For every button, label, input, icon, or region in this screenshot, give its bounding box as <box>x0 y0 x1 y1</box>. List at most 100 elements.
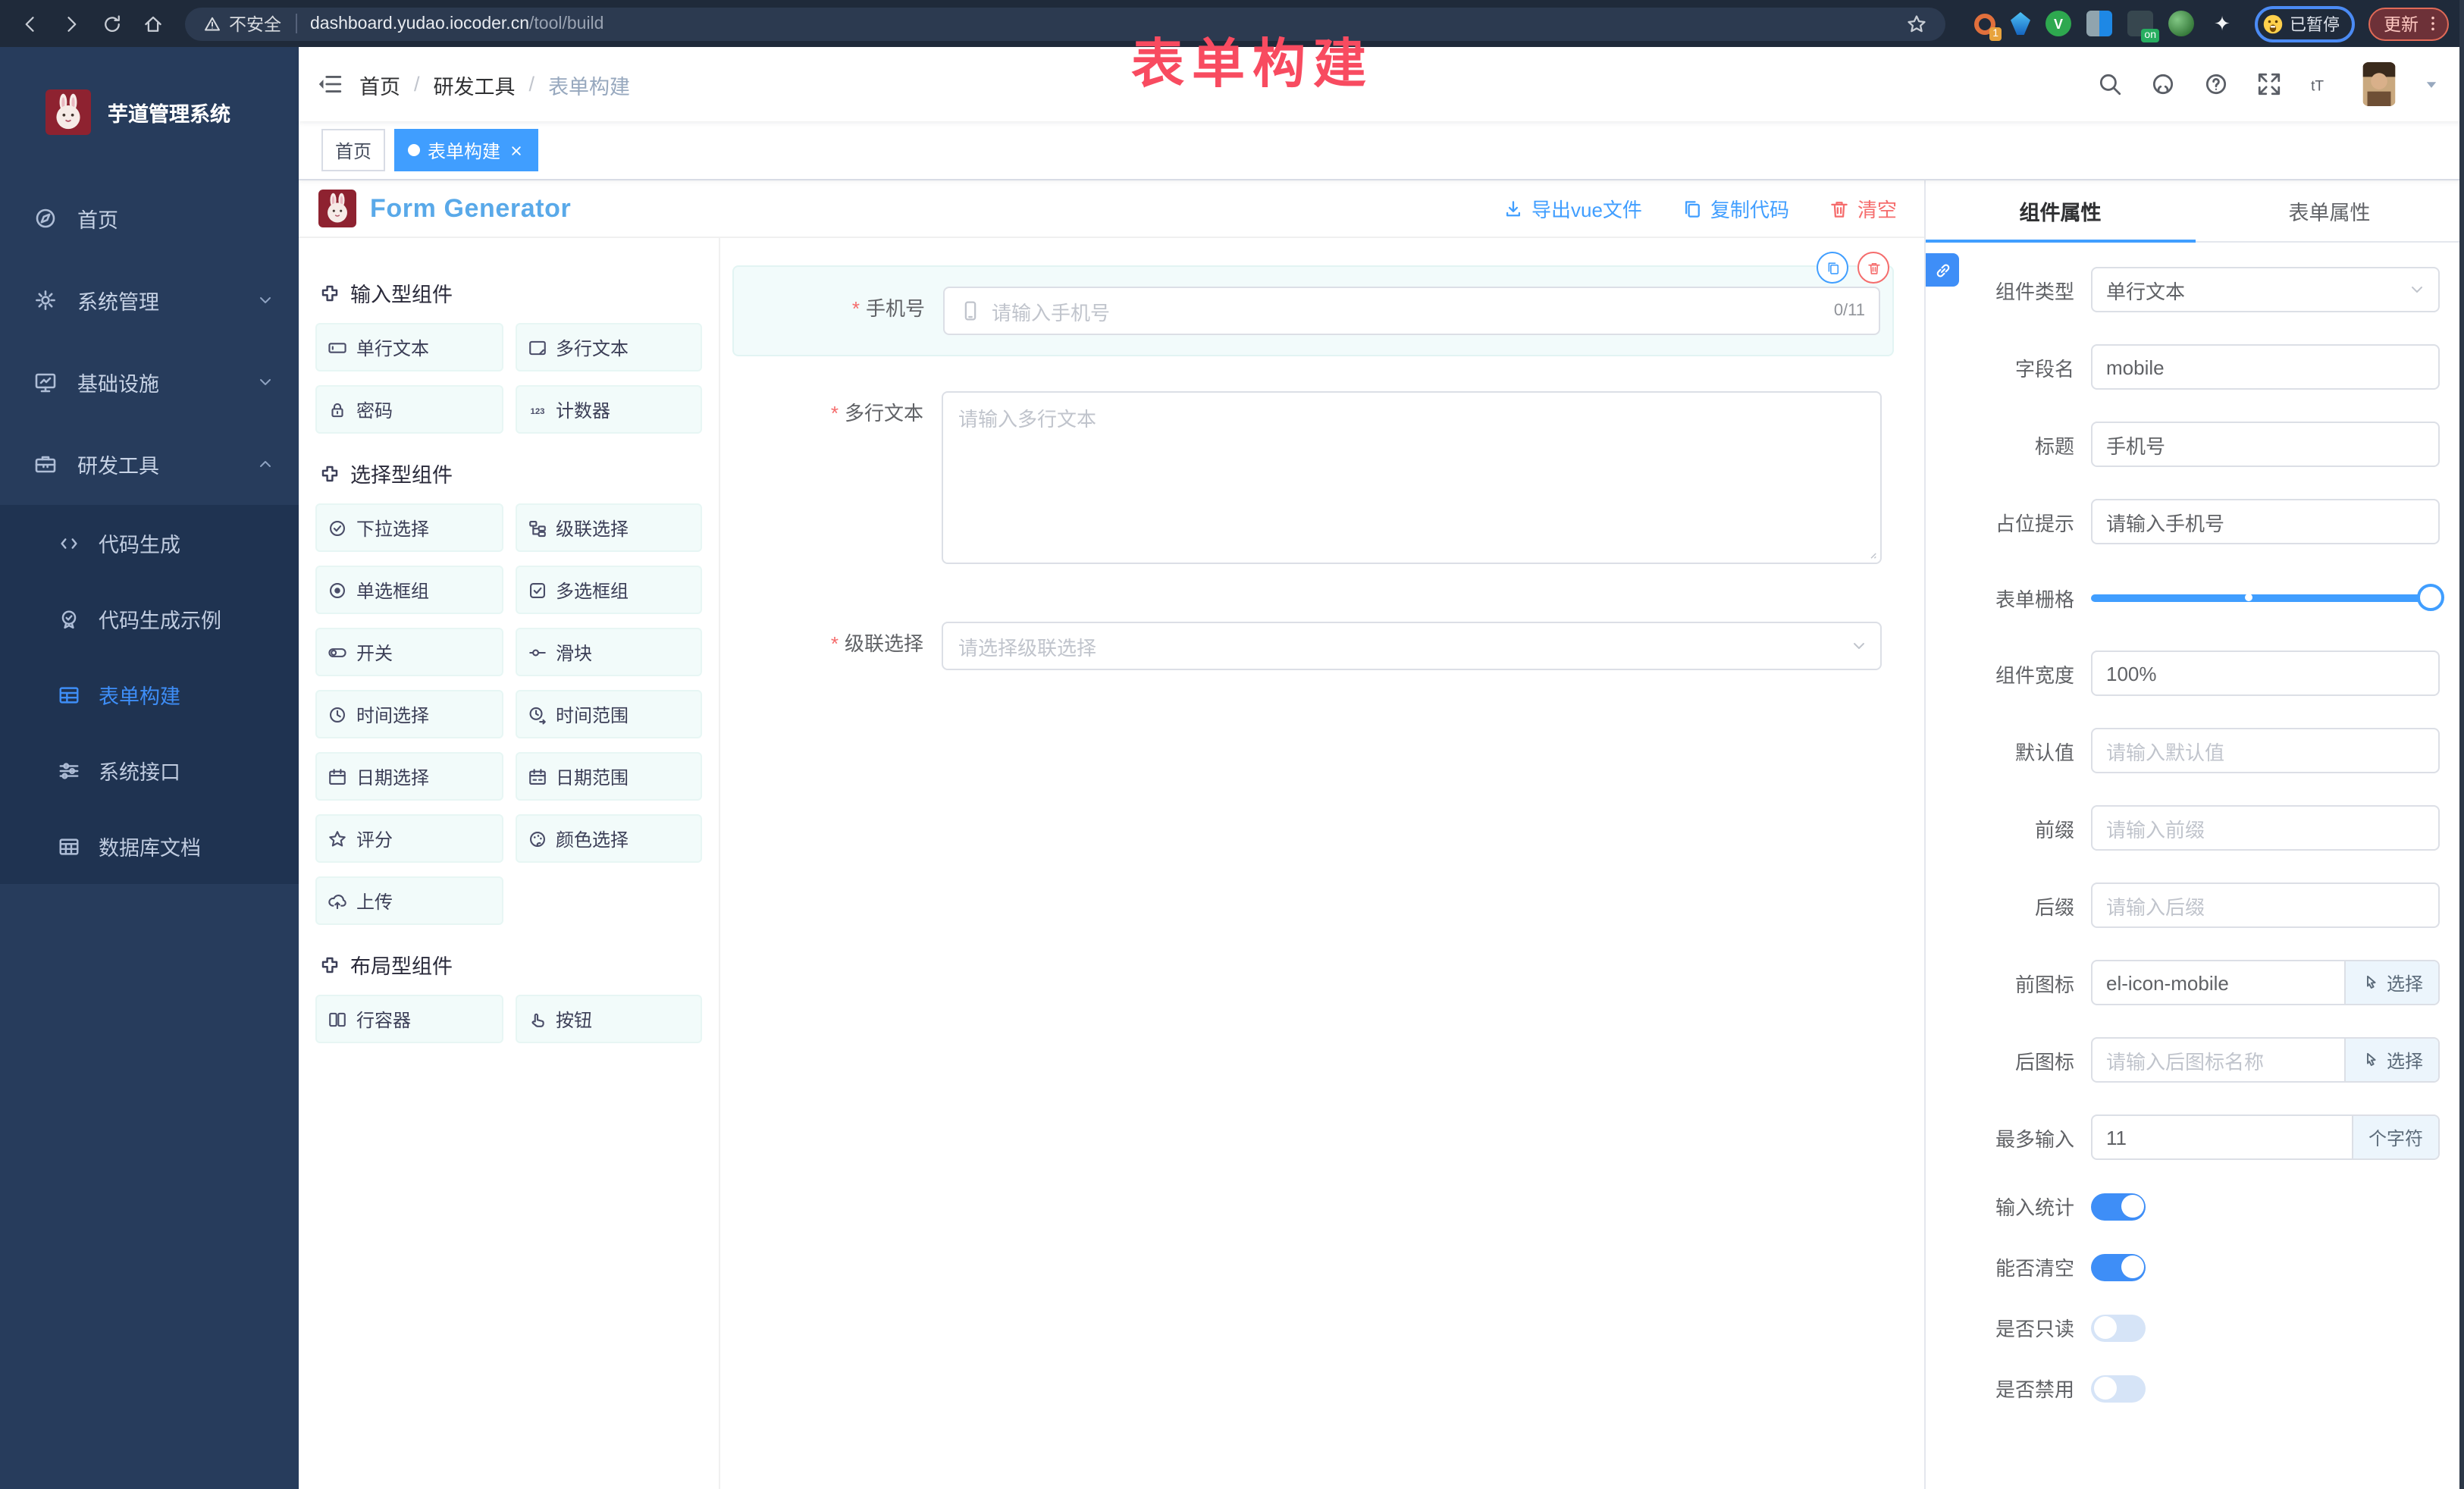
prop-input[interactable]: mobile <box>2091 344 2440 390</box>
component-时间范围[interactable]: 时间范围 <box>515 690 702 738</box>
select-input[interactable]: 请选择级联选择 <box>942 622 1882 670</box>
component-行容器[interactable]: 行容器 <box>315 995 503 1043</box>
fullscreen-icon[interactable] <box>2256 71 2282 97</box>
prop-input[interactable]: 请输入默认值 <box>2091 728 2440 773</box>
input-placeholder: 请输入后图标名称 <box>2106 1045 2264 1074</box>
sidebar-subitem-3[interactable]: 系统接口 <box>0 732 299 808</box>
paused-extension-chip[interactable]: 已暂停 <box>2255 5 2355 42</box>
security-chip[interactable]: 不安全 <box>203 11 281 36</box>
choose-icon-button[interactable]: 选择 <box>2344 1039 2438 1081</box>
canvas-field-多行文本[interactable]: *多行文本请输入多行文本 <box>732 391 1894 564</box>
toggle-能否清空[interactable] <box>2091 1253 2146 1281</box>
browser-update-button[interactable]: 更新 <box>2368 7 2449 40</box>
sidebar-subitem-4[interactable]: 数据库文档 <box>0 808 299 884</box>
data-binding-button[interactable] <box>1926 253 1959 287</box>
component-单选框组[interactable]: 单选框组 <box>315 566 503 614</box>
component-多选框组[interactable]: 多选框组 <box>515 566 702 614</box>
star-icon <box>328 829 347 848</box>
复制代码-button[interactable]: 复制代码 <box>1682 194 1789 223</box>
breadcrumb-item[interactable]: 首页 <box>359 69 400 99</box>
caret-down-icon[interactable] <box>2423 76 2440 92</box>
browser-forward-button[interactable] <box>56 8 86 39</box>
toggle-是否只读[interactable] <box>2091 1314 2146 1341</box>
prop-input[interactable]: 请输入手机号 <box>2091 499 2440 544</box>
prop-input[interactable]: 手机号 <box>2091 422 2440 467</box>
address-bar[interactable]: 不安全 dashboard.yudao.iocoder.cn/tool/buil… <box>185 7 1945 40</box>
component-级联选择[interactable]: 级联选择 <box>515 503 702 552</box>
extension-circle-green-icon[interactable]: V <box>2045 11 2071 36</box>
toggle-是否禁用[interactable] <box>2091 1375 2146 1402</box>
choose-icon-button[interactable]: 选择 <box>2344 961 2438 1004</box>
input-value: el-icon-mobile <box>2106 971 2229 994</box>
resize-grip-icon[interactable] <box>1864 546 1879 561</box>
search-icon[interactable] <box>2097 71 2123 97</box>
component-密码[interactable]: 密码 <box>315 385 503 434</box>
sidebar-subitem-0[interactable]: 代码生成 <box>0 505 299 581</box>
grid-span-slider[interactable] <box>2091 576 2440 619</box>
导出vue文件-button[interactable]: 导出vue文件 <box>1503 194 1642 223</box>
component-颜色选择[interactable]: 颜色选择 <box>515 814 702 863</box>
component-下拉选择[interactable]: 下拉选择 <box>315 503 503 552</box>
component-多行文本[interactable]: 多行文本 <box>515 323 702 371</box>
textarea-input[interactable]: 请输入多行文本 <box>942 391 1882 564</box>
sidebar-subitem-2[interactable]: 表单构建 <box>0 657 299 732</box>
component-时间选择[interactable]: 时间选择 <box>315 690 503 738</box>
sidebar-item-1[interactable]: 系统管理 <box>0 259 299 341</box>
tab-组件属性[interactable]: 组件属性 <box>1926 180 2195 241</box>
extension-leaf-green-icon[interactable] <box>2168 11 2194 36</box>
tab-表单属性[interactable]: 表单属性 <box>2195 180 2464 241</box>
extension-dark-icon[interactable]: on <box>2127 11 2153 36</box>
help-icon[interactable] <box>2203 71 2229 97</box>
extension-pin-blue-icon[interactable] <box>2011 12 2030 35</box>
sidebar-logo-row[interactable]: 芋道管理系统 <box>0 47 299 177</box>
component-评分[interactable]: 评分 <box>315 814 503 863</box>
max-length-input[interactable]: 11 <box>2093 1116 2352 1158</box>
component-计数器[interactable]: 123计数器 <box>515 385 702 434</box>
清空-button[interactable]: 清空 <box>1829 194 1897 223</box>
extension-ring-orange-icon[interactable]: 1 <box>1973 12 1995 35</box>
component-滑块[interactable]: 滑块 <box>515 628 702 676</box>
input-value: 手机号 <box>2106 430 2165 459</box>
browser-reload-button[interactable] <box>97 8 127 39</box>
toggle-输入统计[interactable] <box>2091 1193 2146 1220</box>
required-asterisk: * <box>831 402 839 425</box>
font-size-icon[interactable]: tT <box>2309 71 2335 97</box>
sidebar-item-3[interactable]: 研发工具 <box>0 423 299 505</box>
sidebar-item-0[interactable]: 首页 <box>0 177 299 259</box>
icon-name-input[interactable]: el-icon-mobile <box>2093 961 2344 1004</box>
duplicate-item-button[interactable] <box>1817 252 1848 284</box>
prop-input[interactable]: 100% <box>2091 650 2440 696</box>
extension-split-blue-icon[interactable] <box>2086 11 2112 36</box>
github-icon[interactable] <box>2150 71 2176 97</box>
tab-首页[interactable]: 首页 <box>321 129 385 171</box>
active-canvas-item[interactable]: *手机号请输入手机号0/11 <box>732 265 1894 356</box>
component-日期选择[interactable]: 日期选择 <box>315 752 503 801</box>
browser-home-button[interactable] <box>138 8 168 39</box>
bookmark-star-icon[interactable] <box>1906 13 1927 34</box>
breadcrumb-item[interactable]: 研发工具 <box>434 69 516 99</box>
sidebar-item-label: 基础设施 <box>77 367 159 397</box>
slider-handle[interactable] <box>2417 584 2444 611</box>
component-日期范围[interactable]: 日期范围 <box>515 752 702 801</box>
sidebar-item-2[interactable]: 基础设施 <box>0 341 299 423</box>
component-开关[interactable]: 开关 <box>315 628 503 676</box>
extension-star-white-icon[interactable]: ✦ <box>2209 11 2235 36</box>
sidebar-subitem-1[interactable]: 代码生成示例 <box>0 581 299 657</box>
component-按钮[interactable]: 按钮 <box>515 995 702 1043</box>
app-title: 芋道管理系统 <box>108 97 230 127</box>
text-input[interactable]: 请输入手机号0/11 <box>943 287 1880 335</box>
prop-input[interactable]: 请输入后缀 <box>2091 882 2440 928</box>
icon-name-input[interactable]: 请输入后图标名称 <box>2093 1039 2344 1081</box>
prop-input[interactable]: 请输入前缀 <box>2091 805 2440 851</box>
user-avatar[interactable] <box>2362 62 2396 106</box>
close-icon[interactable] <box>508 142 525 158</box>
prop-label: 组件类型 <box>1941 275 2091 304</box>
component-上传[interactable]: 上传 <box>315 876 503 925</box>
prop-select[interactable]: 单行文本 <box>2091 267 2440 312</box>
tab-表单构建[interactable]: 表单构建 <box>394 129 538 171</box>
sidebar-collapse-button[interactable] <box>299 47 359 121</box>
component-单行文本[interactable]: 单行文本 <box>315 323 503 371</box>
browser-back-button[interactable] <box>15 8 45 39</box>
delete-item-button[interactable] <box>1857 252 1889 284</box>
canvas-field-级联选择[interactable]: *级联选择请选择级联选择 <box>732 622 1894 670</box>
